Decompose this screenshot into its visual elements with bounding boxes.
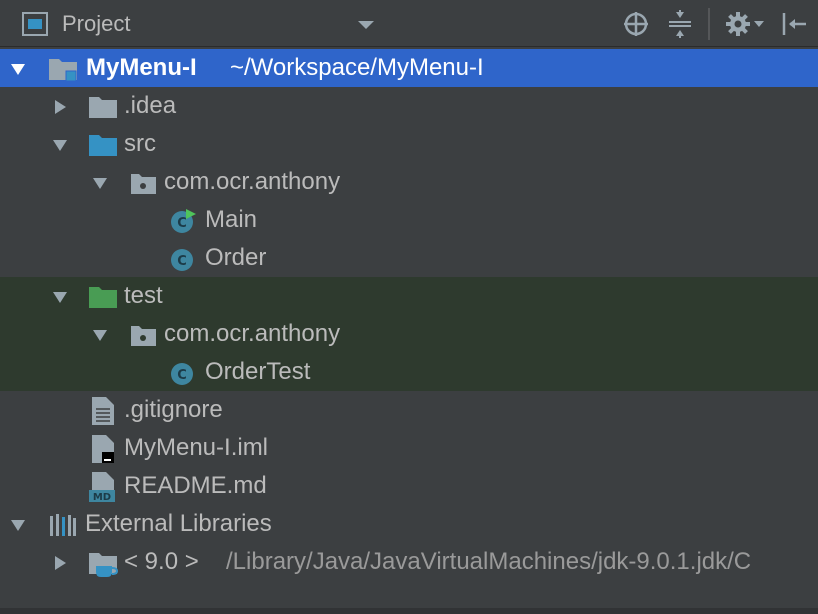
collapse-all-icon[interactable]: [666, 10, 694, 38]
project-panel-header: Project: [0, 0, 818, 47]
tree-row-readme[interactable]: MD README.md: [0, 467, 818, 505]
class-label: OrderTest: [205, 358, 311, 385]
svg-text:C: C: [177, 254, 187, 269]
libraries-icon: [48, 512, 78, 538]
expanded-arrow-icon[interactable]: [52, 289, 68, 305]
folder-label: test: [124, 282, 163, 309]
tree-row-iml[interactable]: MyMenu-I.iml: [0, 429, 818, 467]
root-module-path: ~/Workspace/MyMenu-I: [230, 54, 484, 81]
expanded-arrow-icon[interactable]: [52, 137, 68, 153]
package-label: com.ocr.anthony: [164, 320, 341, 347]
tree-row-idea[interactable]: .idea: [0, 87, 818, 125]
libraries-label: External Libraries: [85, 510, 272, 537]
tree-row-order[interactable]: C Order: [0, 239, 818, 277]
tree-row-src[interactable]: src: [0, 125, 818, 163]
tree-row-main[interactable]: C Main: [0, 201, 818, 239]
folder-icon: [88, 94, 118, 120]
jdk-path: /Library/Java/JavaVirtualMachines/jdk-9.…: [226, 548, 752, 575]
jdk-folder-icon: [88, 550, 119, 577]
hide-panel-icon[interactable]: [780, 10, 808, 38]
package-label: com.ocr.anthony: [164, 168, 341, 195]
class-icon: C: [168, 246, 198, 272]
class-label: Order: [205, 244, 267, 271]
markdown-file-icon: MD: [88, 471, 118, 503]
file-label: README.md: [124, 472, 267, 499]
root-module-name: MyMenu-I: [86, 54, 197, 81]
test-folder-icon: [88, 284, 118, 310]
tree-row-test[interactable]: test: [0, 277, 818, 315]
folder-label: .idea: [124, 92, 177, 119]
module-file-icon: [88, 434, 118, 463]
tree-row-external-libraries[interactable]: External Libraries: [0, 505, 818, 543]
svg-text:C: C: [177, 216, 187, 231]
svg-text:MD: MD: [93, 492, 111, 503]
svg-text:C: C: [177, 368, 187, 383]
tree-row-package[interactable]: com.ocr.anthony: [0, 163, 818, 201]
collapsed-arrow-icon[interactable]: [52, 99, 68, 115]
toolbar-separator: [708, 8, 710, 40]
tree-row-test-package[interactable]: com.ocr.anthony: [0, 315, 818, 353]
tree-row-jdk[interactable]: < 9.0 > /Library/Java/JavaVirtualMachine…: [0, 543, 818, 581]
expanded-arrow-icon[interactable]: [92, 175, 108, 191]
module-folder-icon: [48, 56, 78, 82]
class-icon: C: [168, 360, 198, 386]
project-view-icon[interactable]: [22, 12, 48, 36]
project-tool-window: Project MyMenu-I ~/Workspace/MyMenu-I .i…: [0, 0, 818, 614]
tree-row-gitignore[interactable]: .gitignore: [0, 391, 818, 429]
settings-gear-icon[interactable]: [724, 10, 766, 38]
panel-title[interactable]: Project: [62, 10, 130, 38]
package-icon: [128, 322, 158, 348]
tree-row-root[interactable]: MyMenu-I ~/Workspace/MyMenu-I: [0, 49, 818, 87]
panel-bottom-edge: [0, 608, 818, 614]
tree-row-ordertest[interactable]: C OrderTest: [0, 353, 818, 391]
runnable-class-icon: C: [168, 208, 198, 234]
class-label: Main: [205, 206, 258, 233]
expanded-arrow-icon[interactable]: [10, 517, 26, 533]
folder-label: src: [124, 130, 156, 157]
source-folder-icon: [88, 132, 118, 158]
locate-icon[interactable]: [622, 10, 650, 38]
text-file-icon: [88, 396, 118, 425]
collapsed-arrow-icon[interactable]: [52, 555, 68, 571]
package-icon: [128, 170, 158, 196]
expanded-arrow-icon[interactable]: [10, 61, 26, 77]
jdk-name: < 9.0 >: [124, 548, 199, 575]
expanded-arrow-icon[interactable]: [92, 327, 108, 343]
dropdown-arrow-icon[interactable]: [355, 18, 377, 32]
file-label: .gitignore: [124, 396, 223, 423]
file-label: MyMenu-I.iml: [124, 434, 269, 461]
